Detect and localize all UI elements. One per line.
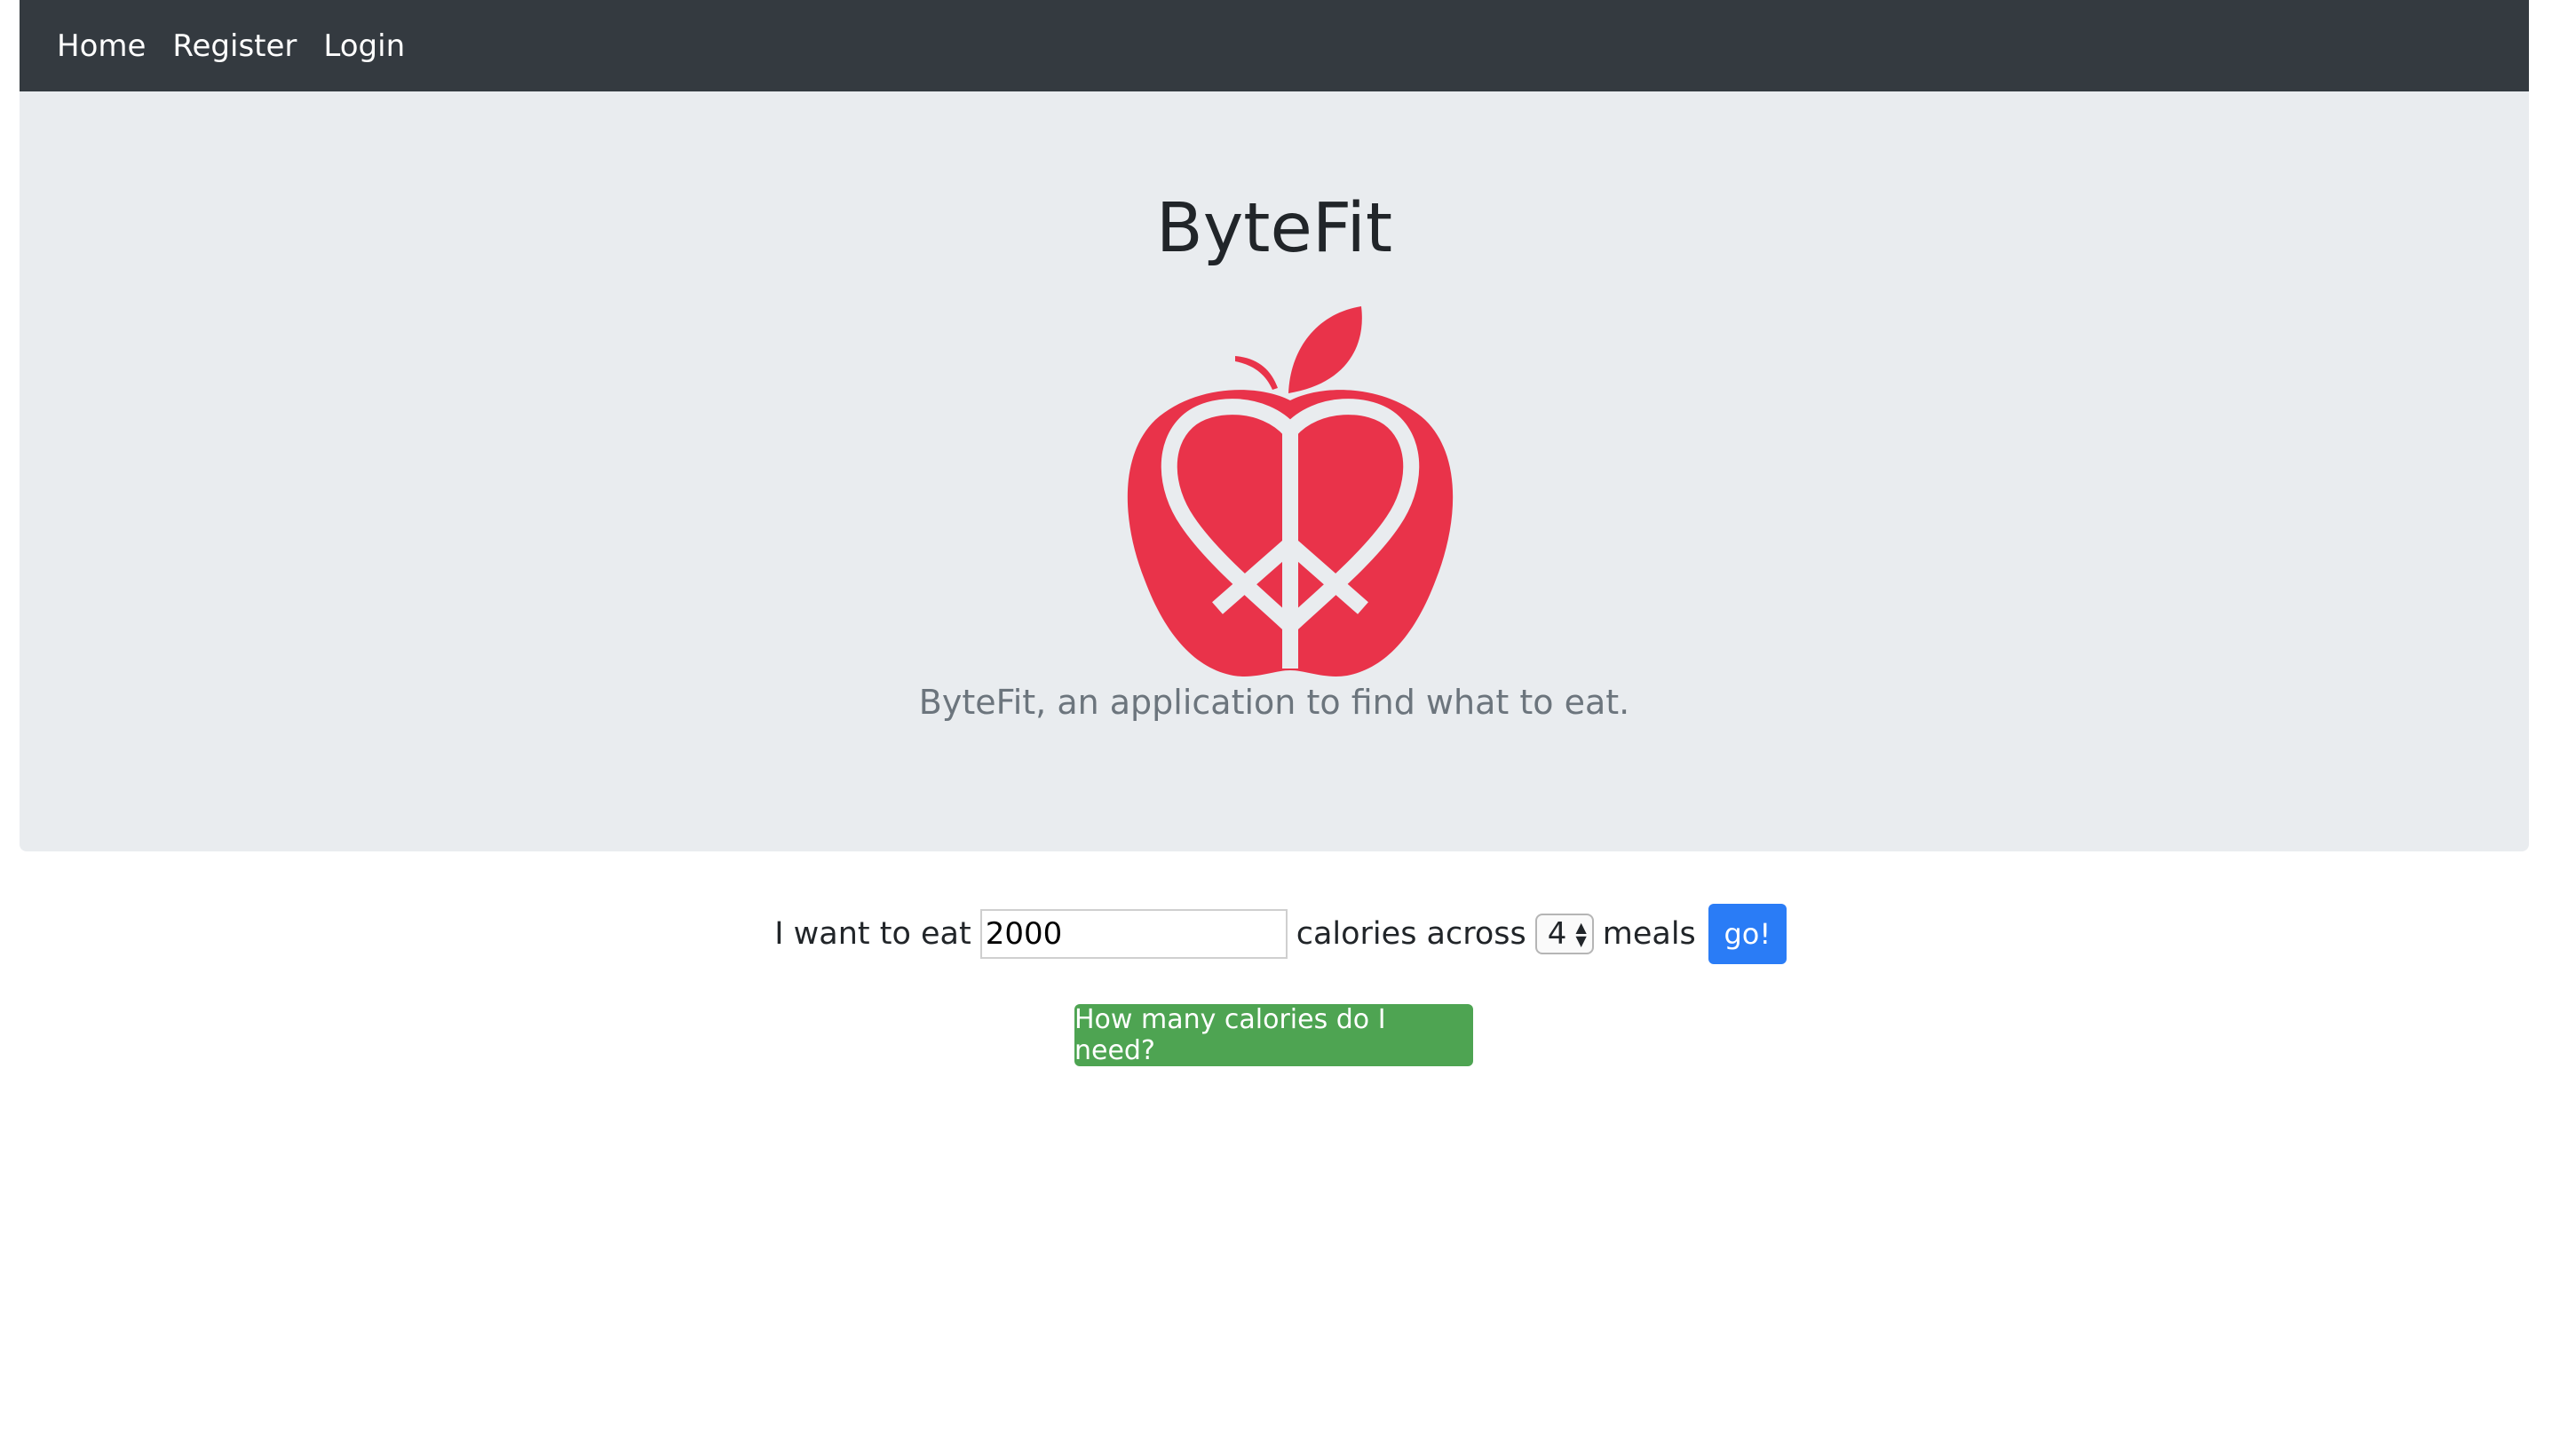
- calories-input[interactable]: [979, 909, 1288, 959]
- apple-peace-heart-icon: [1127, 306, 1454, 677]
- nav-register-link[interactable]: Register: [172, 28, 297, 64]
- nav-home-link[interactable]: Home: [57, 28, 146, 64]
- meals-count-stepper[interactable]: 4 ▲ ▼: [1534, 914, 1594, 954]
- page-title: ByteFit: [1155, 189, 1393, 268]
- nav-login-link[interactable]: Login: [323, 28, 405, 64]
- form-prefix-label: I want to eat: [774, 916, 971, 952]
- meals-count-value: 4: [1547, 916, 1567, 952]
- meal-plan-form: I want to eat calories across 4 ▲ ▼ meal…: [0, 904, 2552, 964]
- calorie-calculator-button[interactable]: How many calories do I need?: [1074, 1004, 1473, 1066]
- hero-jumbotron: ByteFit ByteFit, an application to find …: [20, 91, 2529, 851]
- form-middle-label: calories across: [1296, 916, 1526, 952]
- apple-leaf: [1288, 306, 1362, 393]
- top-navbar: Home Register Login: [20, 0, 2529, 91]
- form-suffix-label: meals: [1602, 916, 1696, 952]
- tagline: ByteFit, an application to find what to …: [918, 683, 1630, 722]
- apple-stem: [1235, 356, 1278, 390]
- go-button[interactable]: go!: [1708, 904, 1787, 964]
- stepper-down-icon[interactable]: ▼: [1575, 934, 1586, 948]
- stepper-arrows-icon[interactable]: ▲ ▼: [1575, 921, 1586, 948]
